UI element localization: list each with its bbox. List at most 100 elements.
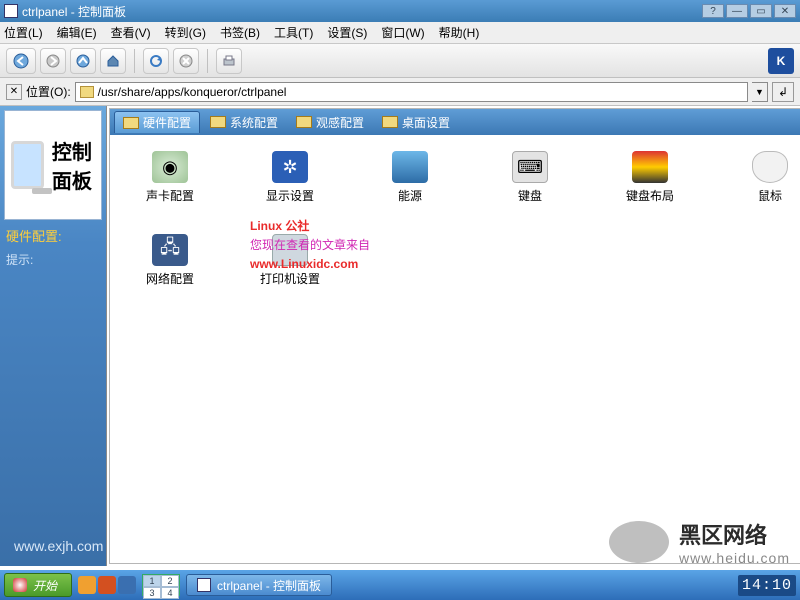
system-tray: 14:10 [738, 575, 796, 596]
kde-logo-icon: K [768, 48, 794, 74]
item-label: 显示设置 [266, 187, 314, 204]
window-title: ctrlpanel - 控制面板 [22, 3, 126, 20]
task-icon [197, 578, 211, 592]
menubar: 位置(L) 编辑(E) 查看(V) 转到(G) 书签(B) 工具(T) 设置(S… [0, 22, 800, 44]
sidebar-category: 硬件配置: [6, 226, 100, 245]
item-label: 键盘布局 [626, 187, 674, 204]
sidebar-footer-url: www.exjh.com [14, 538, 103, 554]
address-path: /usr/share/apps/konqueror/ctrlpanel [98, 85, 287, 99]
start-button[interactable]: 开始 [4, 573, 72, 597]
menu-edit[interactable]: 编辑(E) [57, 24, 97, 41]
item-label: 能源 [398, 187, 422, 204]
clear-address-button[interactable]: ✕ [6, 84, 22, 100]
minimize-button[interactable]: — [726, 4, 748, 18]
sidebar: 控制面板 硬件配置: 提示: [0, 106, 107, 566]
watermark-line2: 您现在查看的文章来自 [250, 236, 370, 255]
desktop-pager[interactable]: 1 2 3 4 [142, 574, 180, 596]
pager-desktop[interactable]: 1 [143, 575, 161, 587]
toolbar: K [0, 44, 800, 78]
forward-button[interactable] [40, 48, 66, 74]
menu-go[interactable]: 转到(G) [165, 24, 206, 41]
corner-watermark: 黑区网络 www.heidu.com [609, 518, 790, 566]
tab-desktop[interactable]: 桌面设置 [374, 111, 458, 133]
watermark-text: Linux 公社 您现在查看的文章来自 www.Linuxidc.com [250, 217, 370, 275]
start-label: 开始 [33, 577, 57, 594]
folder-icon [210, 116, 226, 128]
quick-launch-item[interactable] [98, 576, 116, 594]
tab-label: 观感配置 [316, 114, 364, 131]
pager-desktop[interactable]: 3 [143, 587, 161, 599]
address-input[interactable]: /usr/share/apps/konqueror/ctrlpanel [75, 82, 748, 102]
taskbar-task[interactable]: ctrlpanel - 控制面板 [186, 574, 332, 596]
menu-location[interactable]: 位置(L) [4, 24, 43, 41]
menu-settings[interactable]: 设置(S) [327, 24, 367, 41]
item-label: 网络配置 [146, 270, 194, 287]
go-button[interactable]: ↲ [772, 82, 794, 102]
start-gem-icon [13, 578, 27, 592]
menu-help[interactable]: 帮助(H) [439, 24, 480, 41]
menu-window[interactable]: 窗口(W) [381, 24, 424, 41]
category-tabbar: 硬件配置 系统配置 观感配置 桌面设置 [110, 109, 800, 135]
item-label: 鼠标 [758, 187, 782, 204]
tab-label: 硬件配置 [143, 114, 191, 131]
quick-launch-item[interactable] [78, 576, 96, 594]
tab-system[interactable]: 系统配置 [202, 111, 286, 133]
menu-tools[interactable]: 工具(T) [274, 24, 313, 41]
sidebar-hint: 提示: [6, 251, 100, 268]
help-button[interactable]: ? [702, 4, 724, 18]
control-panel-item[interactable]: ◉ 声卡配置 [140, 151, 200, 204]
folder-icon [296, 116, 312, 128]
titlebar: ctrlpanel - 控制面板 ? — ▭ ✕ [0, 0, 800, 22]
task-label: ctrlpanel - 控制面板 [217, 577, 321, 594]
menu-view[interactable]: 查看(V) [111, 24, 151, 41]
quick-launch [78, 576, 136, 594]
tab-label: 桌面设置 [402, 114, 450, 131]
folder-icon [123, 117, 139, 129]
watermark-logo-icon [609, 521, 669, 563]
stop-button[interactable] [173, 48, 199, 74]
item-label: 声卡配置 [146, 187, 194, 204]
maximize-button[interactable]: ▭ [750, 4, 772, 18]
control-panel-item[interactable]: 鼠标 [740, 151, 800, 204]
item-icon [752, 151, 788, 183]
address-label: 位置(O): [26, 83, 71, 100]
reload-button[interactable] [143, 48, 169, 74]
quick-launch-item[interactable] [118, 576, 136, 594]
item-icon: 🖧 [152, 234, 188, 266]
corner-watermark-title: 黑区网络 [679, 518, 790, 550]
control-panel-item[interactable]: 🖧 网络配置 [140, 234, 200, 287]
home-button[interactable] [100, 48, 126, 74]
tab-appearance[interactable]: 观感配置 [288, 111, 372, 133]
taskbar: 开始 1 2 3 4 ctrlpanel - 控制面板 14:10 [0, 570, 800, 600]
pager-desktop[interactable]: 4 [161, 587, 179, 599]
pager-desktop[interactable]: 2 [161, 575, 179, 587]
main-panel: 硬件配置 系统配置 观感配置 桌面设置 ◉ 声卡配置 ✲ 显示设置 能源 ⌨ 键盘 键盘布局 鼠… [109, 108, 800, 564]
watermark-line3: www.Linuxidc.com [250, 255, 370, 274]
item-icon: ◉ [152, 151, 188, 183]
folder-icon [382, 116, 398, 128]
item-icon: ⌨ [512, 151, 548, 183]
tab-label: 系统配置 [230, 114, 278, 131]
tab-hardware[interactable]: 硬件配置 [114, 111, 200, 133]
item-icon [632, 151, 668, 183]
control-panel-icon [11, 141, 44, 189]
control-panel-item[interactable]: 能源 [380, 151, 440, 204]
control-panel-item[interactable]: ⌨ 键盘 [500, 151, 560, 204]
control-panel-item[interactable]: 键盘布局 [620, 151, 680, 204]
watermark-line1: Linux 公社 [250, 217, 370, 236]
address-dropdown[interactable]: ▼ [752, 82, 768, 102]
icon-pane: ◉声卡配置✲显示设置能源⌨键盘键盘布局鼠标 🖧网络配置打印机设置 Linux 公… [110, 135, 800, 563]
window-icon [4, 4, 18, 18]
item-icon [392, 151, 428, 183]
back-button[interactable] [6, 48, 36, 74]
sidebar-header-card: 控制面板 [4, 110, 102, 220]
item-icon: ✲ [272, 151, 308, 183]
clock[interactable]: 14:10 [738, 575, 796, 596]
close-button[interactable]: ✕ [774, 4, 796, 18]
up-button[interactable] [70, 48, 96, 74]
print-button[interactable] [216, 48, 242, 74]
control-panel-item[interactable]: ✲ 显示设置 [260, 151, 320, 204]
menu-bookmarks[interactable]: 书签(B) [220, 24, 260, 41]
address-bar: ✕ 位置(O): /usr/share/apps/konqueror/ctrlp… [0, 78, 800, 106]
item-label: 键盘 [518, 187, 542, 204]
